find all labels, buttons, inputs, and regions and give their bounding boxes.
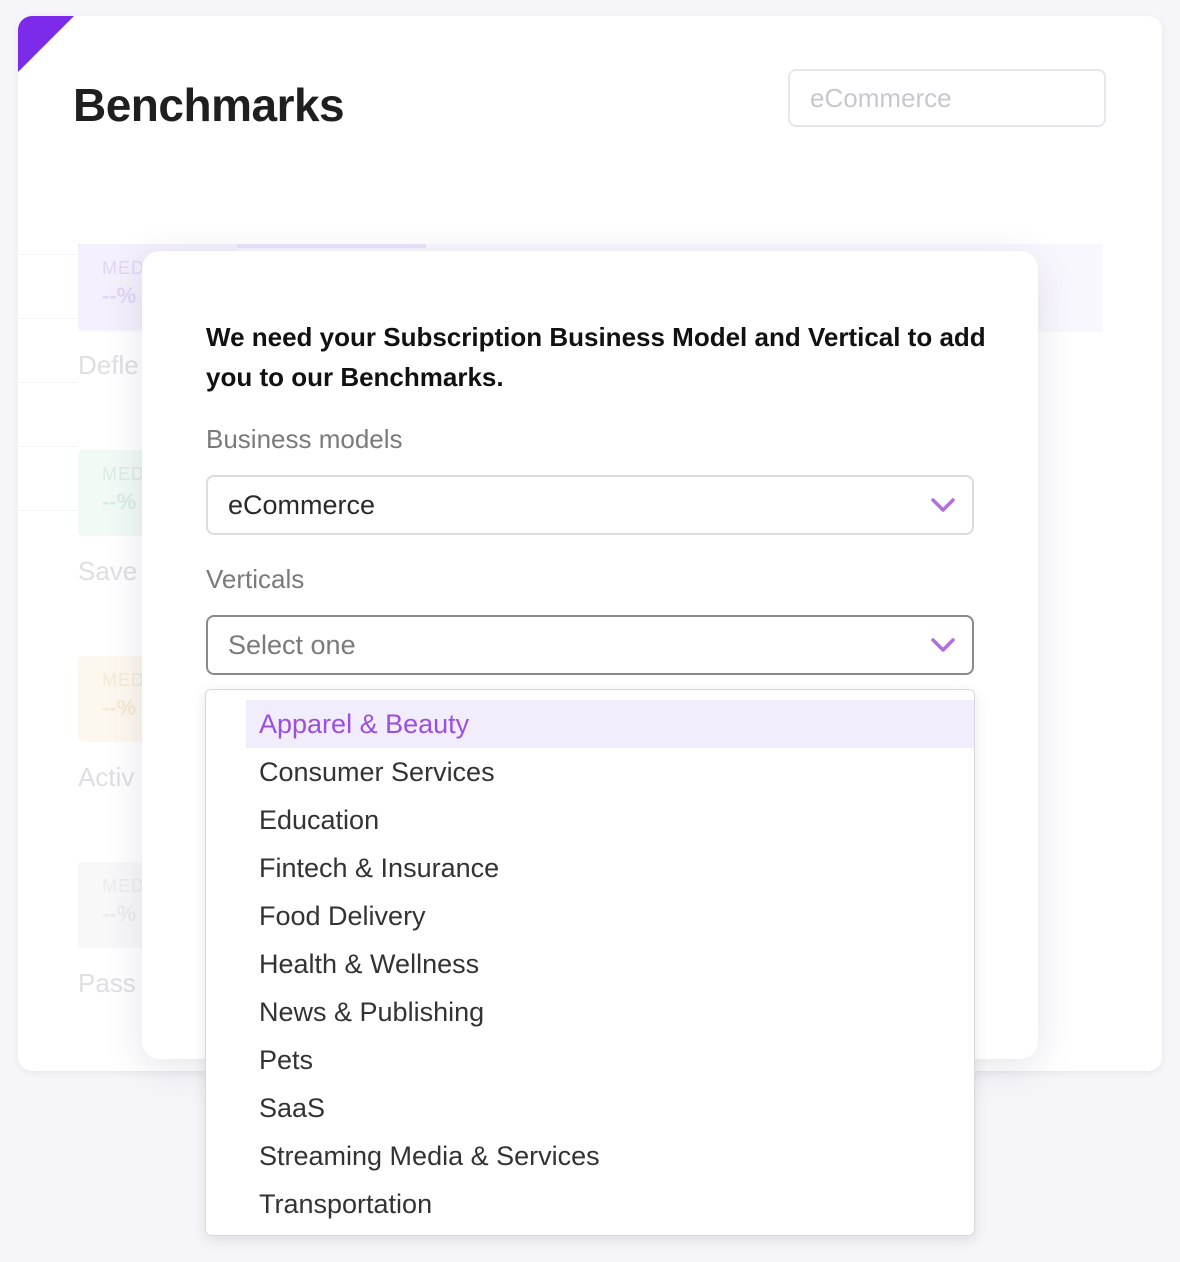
vertical-option[interactable]: SaaS: [246, 1084, 974, 1132]
business-models-label: Business models: [206, 424, 403, 454]
vertical-option[interactable]: News & Publishing: [246, 988, 974, 1036]
modal-heading: We need your Subscription Business Model…: [206, 322, 986, 392]
metric-caption: Defle: [78, 350, 139, 380]
vertical-option[interactable]: Streaming Media & Services: [246, 1132, 974, 1180]
metric-caption: Pass: [78, 968, 136, 998]
vertical-option[interactable]: Pets: [246, 1036, 974, 1084]
vertical-option[interactable]: Food Delivery: [246, 892, 974, 940]
vertical-option[interactable]: Consumer Services: [246, 748, 974, 796]
vertical-option[interactable]: Health & Wellness: [246, 940, 974, 988]
metric-caption: Activ: [78, 762, 135, 792]
vertical-option[interactable]: Fintech & Insurance: [246, 844, 974, 892]
verticals-label: Verticals: [206, 564, 305, 594]
chevron-down-icon: [931, 498, 955, 512]
vertical-option[interactable]: Transportation: [246, 1180, 974, 1228]
verticals-dropdown: Apparel & Beauty Consumer Services Educati…: [205, 689, 975, 1236]
business-models-select[interactable]: eCommerce: [206, 475, 974, 535]
verticals-select[interactable]: Select one: [206, 615, 974, 675]
vertical-option[interactable]: Education: [246, 796, 974, 844]
metric-caption: Save: [78, 556, 138, 586]
chevron-down-icon: [931, 638, 955, 652]
verticals-placeholder: Select one: [228, 630, 356, 660]
vertical-option[interactable]: Apparel & Beauty: [246, 700, 974, 748]
business-models-value: eCommerce: [228, 490, 376, 520]
